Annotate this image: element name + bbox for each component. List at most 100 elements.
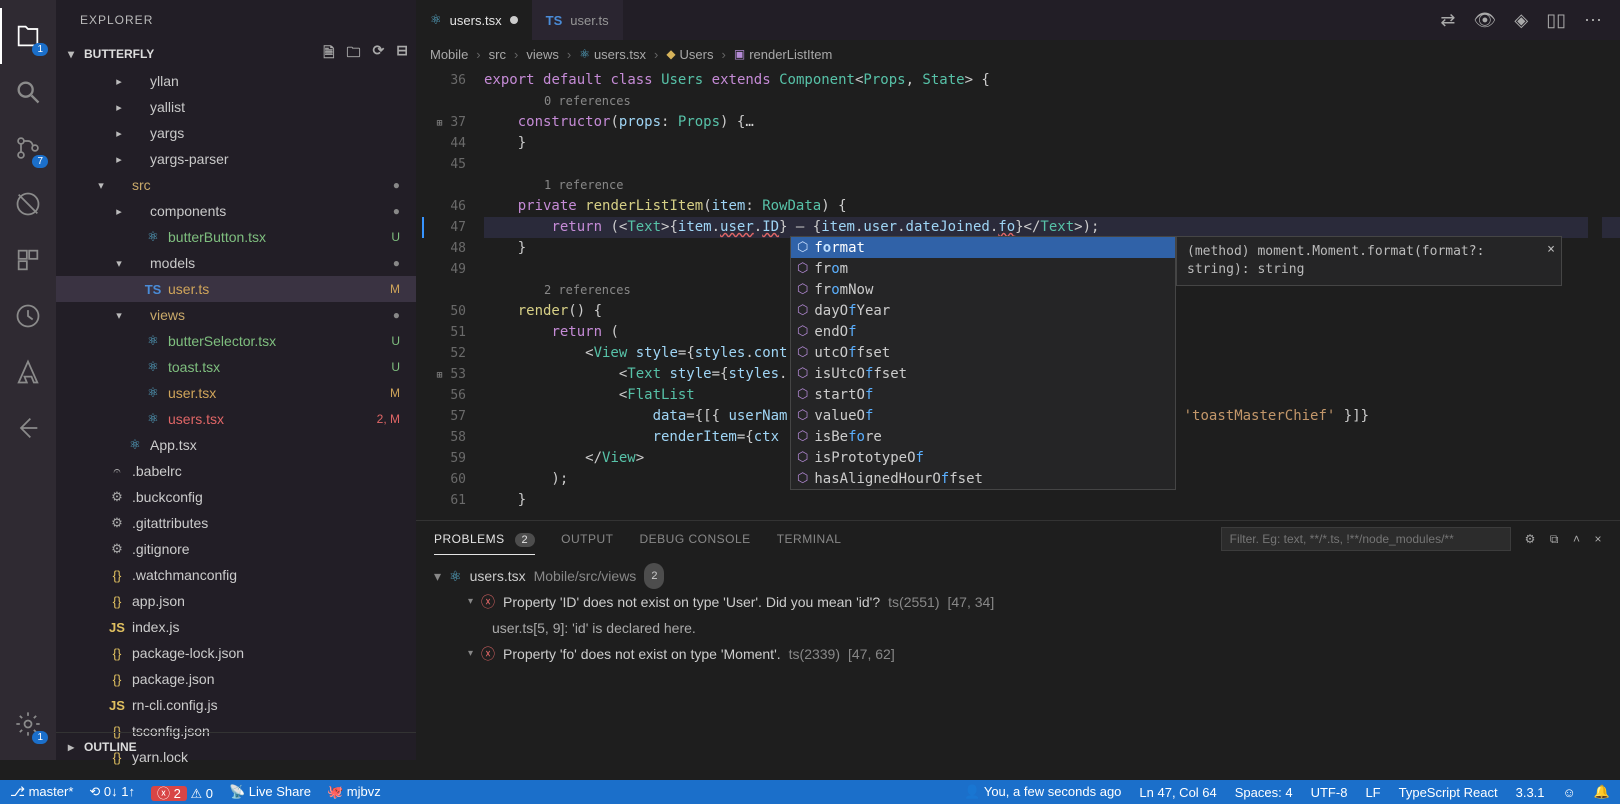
tree-row[interactable]: ⚛butterButton.tsxU xyxy=(56,224,416,250)
panel-tab-terminal[interactable]: TERMINAL xyxy=(777,532,842,546)
bell-icon[interactable]: 🔔 xyxy=(1594,784,1610,800)
problems-filter[interactable] xyxy=(1221,527,1511,551)
more-icon[interactable]: ⋯ xyxy=(1584,10,1602,31)
problems-count: 2 xyxy=(515,533,536,547)
new-file-icon[interactable]: 🗎 xyxy=(323,42,334,66)
tree-row[interactable]: ▸components● xyxy=(56,198,416,224)
tree-row[interactable]: ▾models● xyxy=(56,250,416,276)
encoding-status[interactable]: UTF-8 xyxy=(1311,785,1348,800)
suggest-item[interactable]: ⬡format xyxy=(791,237,1175,258)
tree-row[interactable]: ⚛users.tsx2, M xyxy=(56,406,416,432)
editor-tab[interactable]: TSuser.ts xyxy=(532,0,623,40)
bc-1[interactable]: src xyxy=(489,47,506,62)
suggest-item[interactable]: ⬡isBefore xyxy=(791,426,1175,447)
filter-settings-icon[interactable]: ⚙ xyxy=(1525,532,1536,546)
suggest-widget[interactable]: ⬡format⬡from⬡fromNow⬡dayOfYear⬡endOf⬡utc… xyxy=(790,236,1176,490)
activity-explorer[interactable]: 1 xyxy=(0,8,56,64)
tree-row[interactable]: ⚙.gitattributes xyxy=(56,510,416,536)
close-panel-icon[interactable]: × xyxy=(1594,532,1602,546)
bc-2[interactable]: views xyxy=(526,47,559,62)
suggest-item[interactable]: ⬡valueOf xyxy=(791,405,1175,426)
tree-row[interactable]: ▸yllan xyxy=(56,68,416,94)
workspace-header[interactable]: ▾ BUTTERFLY 🗎 🗀 ⟳ ⊟ xyxy=(56,40,416,68)
close-icon[interactable]: × xyxy=(1547,241,1555,259)
bc-5[interactable]: renderListItem xyxy=(749,47,832,62)
cursor-pos[interactable]: Ln 47, Col 64 xyxy=(1139,785,1216,800)
refresh-icon[interactable]: ⟳ xyxy=(373,42,385,66)
tree-row[interactable]: ▾src● xyxy=(56,172,416,198)
activity-debug[interactable] xyxy=(0,176,56,232)
panel-tab-problems[interactable]: PROBLEMS 2 xyxy=(434,532,535,546)
tree-row[interactable]: ▸yargs xyxy=(56,120,416,146)
bc-0[interactable]: Mobile xyxy=(430,47,468,62)
diff-icon[interactable]: ◈ xyxy=(1514,10,1528,31)
problem-file[interactable]: ▾ ⚛ users.tsx Mobile/src/views 2 xyxy=(434,563,1602,589)
tree-row[interactable]: {}.watchmanconfig xyxy=(56,562,416,588)
problem-item[interactable]: ▾ⓧProperty 'ID' does not exist on type '… xyxy=(434,589,1602,615)
suggest-doc-text: (method) moment.Moment.format(format?: s… xyxy=(1187,244,1484,277)
eol-status[interactable]: LF xyxy=(1365,785,1380,800)
tree-row[interactable]: {}app.json xyxy=(56,588,416,614)
tree-row[interactable]: {}package.json xyxy=(56,666,416,692)
suggest-item[interactable]: ⬡isPrototypeOf xyxy=(791,447,1175,468)
tree-row[interactable]: ⚛toast.tsxU xyxy=(56,354,416,380)
tree-row[interactable]: ⚛App.tsx xyxy=(56,432,416,458)
lang-status[interactable]: TypeScript React xyxy=(1399,785,1498,800)
tree-row[interactable]: JSrn-cli.config.js xyxy=(56,692,416,718)
sync-status[interactable]: ⟲ 0↓ 1↑ xyxy=(89,784,135,800)
suggest-item[interactable]: ⬡hasAlignedHourOffset xyxy=(791,468,1175,489)
tree-row[interactable]: ▸yallist xyxy=(56,94,416,120)
feedback-icon[interactable]: ☺ xyxy=(1563,785,1576,800)
liveshare-status[interactable]: 📡 Live Share xyxy=(229,784,311,800)
tree-row[interactable]: ⚙.gitignore xyxy=(56,536,416,562)
tree-row[interactable]: ⚙.buckconfig xyxy=(56,484,416,510)
activity-azure[interactable] xyxy=(0,344,56,400)
panel-tab-debug[interactable]: DEBUG CONSOLE xyxy=(640,532,751,546)
tree-row[interactable]: ⚛butterSelector.tsxU xyxy=(56,328,416,354)
github-status[interactable]: 🐙 mjbvz xyxy=(327,784,381,800)
suggest-item[interactable]: ⬡startOf xyxy=(791,384,1175,405)
ts-version[interactable]: 3.3.1 xyxy=(1516,785,1545,800)
blame-status[interactable]: 👤 You, a few seconds ago xyxy=(964,784,1121,800)
activity-extensions[interactable] xyxy=(0,232,56,288)
activity-scm[interactable]: 7 xyxy=(0,120,56,176)
preview-icon[interactable]: 👁 xyxy=(1473,10,1496,31)
bc-3[interactable]: users.tsx xyxy=(594,47,646,62)
new-folder-icon[interactable]: 🗀 xyxy=(347,42,361,66)
chevron-up-icon[interactable]: ˄ xyxy=(1573,532,1581,546)
panel-tab-output[interactable]: OUTPUT xyxy=(561,532,613,546)
problem-item[interactable]: user.ts[5, 9]: 'id' is declared here. xyxy=(434,615,1602,641)
tree-row[interactable]: 𝄐.babelrc xyxy=(56,458,416,484)
split-icon[interactable]: ▯▯ xyxy=(1546,10,1566,31)
activity-history[interactable] xyxy=(0,288,56,344)
breadcrumb[interactable]: Mobile› src› views› ⚛ users.tsx› ◆ Users… xyxy=(416,40,1620,68)
spaces-status[interactable]: Spaces: 4 xyxy=(1235,785,1293,800)
method-icon: ▣ xyxy=(734,47,745,61)
suggest-item[interactable]: ⬡dayOfYear xyxy=(791,300,1175,321)
activity-share[interactable] xyxy=(0,400,56,456)
chevron-right-icon: ▸ xyxy=(68,740,78,754)
error-status[interactable]: ⓧ 2 ⚠ 0 xyxy=(151,783,213,802)
tree-row[interactable]: ▸yargs-parser xyxy=(56,146,416,172)
tree-row[interactable]: TSuser.tsM xyxy=(56,276,416,302)
overview-ruler[interactable] xyxy=(1588,68,1602,520)
tree-row[interactable]: ▾views● xyxy=(56,302,416,328)
editor-tab[interactable]: ⚛users.tsx xyxy=(416,0,532,40)
activity-search[interactable] xyxy=(0,64,56,120)
activity-settings[interactable]: 1 xyxy=(0,696,56,752)
suggest-item[interactable]: ⬡utcOffset xyxy=(791,342,1175,363)
tree-row[interactable]: JSindex.js xyxy=(56,614,416,640)
compare-icon[interactable]: ⇄ xyxy=(1440,10,1455,31)
problem-item[interactable]: ▾ⓧProperty 'fo' does not exist on type '… xyxy=(434,641,1602,667)
suggest-item[interactable]: ⬡endOf xyxy=(791,321,1175,342)
suggest-item[interactable]: ⬡isUtcOffset xyxy=(791,363,1175,384)
tree-row[interactable]: ⚛user.tsxM xyxy=(56,380,416,406)
tree-row[interactable]: {}package-lock.json xyxy=(56,640,416,666)
suggest-item[interactable]: ⬡fromNow xyxy=(791,279,1175,300)
bc-4[interactable]: Users xyxy=(680,47,714,62)
suggest-item[interactable]: ⬡from xyxy=(791,258,1175,279)
branch-status[interactable]: ⎇ master* xyxy=(10,784,73,800)
collapse-all-icon[interactable]: ⧉ xyxy=(1550,532,1559,547)
collapse-icon[interactable]: ⊟ xyxy=(396,42,408,66)
outline-header[interactable]: ▸ OUTLINE xyxy=(56,732,416,760)
